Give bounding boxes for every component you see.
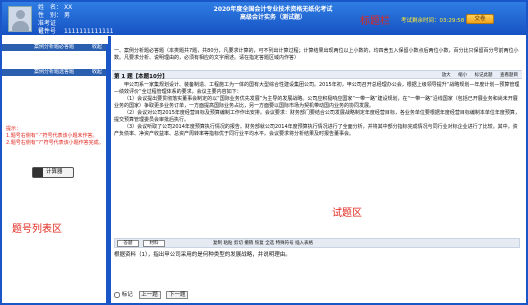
special-symbol-button[interactable]: 特殊符号: [276, 241, 294, 246]
sub-question: 根据资料（1），指出甲公司采用的是何种类型的发展战略，并说明理由。: [114, 252, 291, 258]
question-area: 一、案例分析题必答题（本类题共7题，共80分，凡要求计算的，可不列出计算过程；计…: [110, 44, 524, 303]
exam-title: 2020年度全国会计专业技术资格无纸化考试 高级会计实务（测试题）: [213, 6, 333, 21]
submit-button[interactable]: 交卷: [466, 14, 494, 24]
candidate-id-no: 证件号码： 111111111111111111: [38, 28, 133, 43]
candidate-name: 姓 名： XX: [38, 4, 73, 11]
question-zone-label: 试题区: [332, 208, 362, 219]
insert-table-button[interactable]: 插入表格: [295, 241, 313, 246]
tab-material[interactable]: 材料: [143, 240, 165, 247]
calculator-button[interactable]: 计算器: [32, 167, 74, 178]
navigation-row: 标记 上一题 下一题: [114, 290, 520, 299]
mark-question-button[interactable]: 标记此题: [475, 73, 493, 78]
redo-button[interactable]: 恢复: [255, 241, 264, 246]
paste-button[interactable]: 粘贴: [223, 241, 232, 246]
tab-answer[interactable]: 答题: [117, 240, 139, 247]
mark-label: 标记: [121, 292, 133, 298]
candidate-photo: [8, 6, 32, 32]
title-bar: 姓 名： XX 性 别：男 准考证号： 1111111111111 证件号码： 111…: [2, 2, 526, 43]
answer-toolbar: 答题 材料 复制 粘贴 剪切 撤销 恢复 全选 特殊符号 插入表格: [114, 238, 520, 248]
prev-question-button[interactable]: 上一题: [138, 291, 161, 299]
undo-button[interactable]: 撤销: [244, 241, 253, 246]
select-all-button[interactable]: 全选: [265, 241, 274, 246]
mark-checkbox[interactable]: [114, 291, 120, 298]
next-question-button[interactable]: 下一题: [166, 291, 189, 299]
zoom-in-button[interactable]: 放大: [442, 73, 451, 78]
edit-tools: 复制 粘贴 剪切 撤销 恢复 全选 特殊符号 插入表格: [213, 240, 313, 246]
question-list-panel: 案例分析题必答题 收起 案例分析题选答题 收起 提示： 1.题号右侧有“·”符号代表…: [2, 44, 108, 303]
view-question-button[interactable]: 查看题目: [500, 73, 518, 78]
optional-section-header[interactable]: 案例分析题选答题 收起: [2, 69, 106, 76]
copy-button[interactable]: 复制: [213, 241, 222, 246]
title-zone-label: 标题栏: [360, 16, 390, 27]
calculator-icon: [33, 168, 43, 177]
tip-text: 提示： 1.题号右侧有“·”符号代表该小题未作答。 2.题号右侧有“?”符号代表…: [6, 126, 104, 146]
question-list-zone-label: 题号列表区: [12, 224, 62, 235]
case-passage: 甲公司系一家集规划设计、装备制造、工程施工为一体的国有大型综合性建设集团公司。2…: [114, 82, 520, 137]
cut-button[interactable]: 剪切: [234, 241, 243, 246]
required-section-header[interactable]: 案例分析题必答题 收起: [2, 44, 106, 51]
question-toolbar: 第 1 题【本题10分】 放大 缩小 标记此题 查看题目: [112, 70, 522, 80]
zoom-out-button[interactable]: 缩小: [458, 73, 467, 78]
question-title: 第 1 题【本题10分】: [114, 74, 168, 80]
candidate-gender: 性 别：男: [38, 12, 71, 19]
remaining-time: 考试剩余时间：03:29:58: [401, 18, 465, 24]
instructions: 一、案例分析题必答题（本类题共7题，共80分，凡要求计算的，可不列出计算过程；计…: [114, 48, 519, 61]
